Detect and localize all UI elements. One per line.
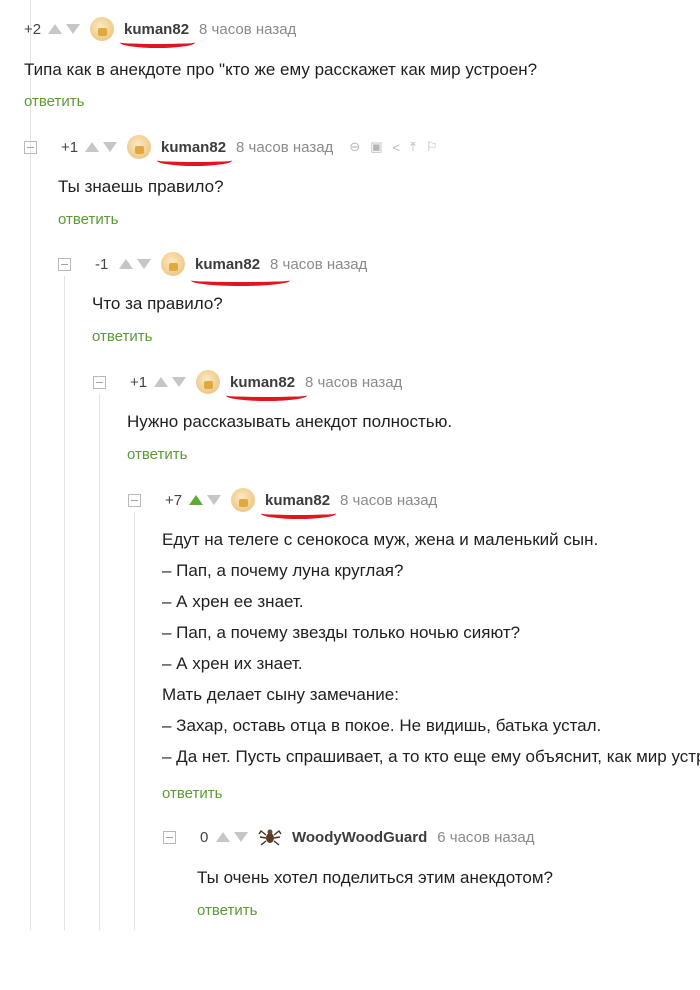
- timestamp[interactable]: 8 часов назад: [236, 139, 333, 156]
- comment-rating: +1: [61, 138, 79, 156]
- timestamp[interactable]: 8 часов назад: [305, 374, 402, 391]
- reply-link[interactable]: ответить: [58, 211, 118, 228]
- downvote-icon[interactable]: [103, 142, 117, 152]
- comment-body: Типа как в анекдоте про "кто же ему расс…: [24, 54, 537, 85]
- comment-text-line: – А хрен ее знает.: [162, 592, 304, 611]
- upvote-icon[interactable]: [189, 495, 203, 505]
- username[interactable]: kuman82: [191, 256, 291, 286]
- comment-text-line: Мать делает сыну замечание:: [162, 685, 399, 704]
- downvote-icon[interactable]: [234, 832, 248, 842]
- comment-rating: -1: [95, 255, 109, 273]
- comment-header: +1 kuman82 8 часов назад ⊖ ▣ < ⤒ ⚐: [24, 135, 448, 166]
- comment-text-line: Ты очень хотел поделиться этим анекдотом…: [197, 868, 553, 887]
- thread-line: [134, 512, 135, 930]
- comment-header: +2 kuman82 8 часов назад: [24, 17, 296, 48]
- upvote-icon[interactable]: [85, 142, 99, 152]
- flag-icon[interactable]: ⚐: [426, 139, 438, 155]
- collapse-toggle-icon[interactable]: [24, 140, 37, 154]
- upload-icon[interactable]: ⤒: [410, 139, 416, 155]
- red-underline-mark: [261, 508, 337, 519]
- comment-body: Ты очень хотел поделиться этим анекдотом…: [197, 862, 553, 893]
- avatar[interactable]: [90, 17, 114, 41]
- red-underline-mark: [120, 37, 196, 48]
- comment-body: Едут на телеге с сенокоса муж, жена и ма…: [162, 524, 700, 772]
- save-icon[interactable]: ▣: [370, 139, 382, 155]
- timestamp[interactable]: 8 часов назад: [340, 492, 437, 509]
- comment-text-line: – Захар, оставь отца в покое. Не видишь,…: [162, 716, 602, 735]
- comment-tools: ⊖ ▣ < ⤒ ⚐: [349, 139, 447, 155]
- share-icon[interactable]: <: [393, 140, 401, 155]
- comment-text-line: Ты знаешь правило?: [58, 177, 224, 196]
- spider-icon: [258, 829, 282, 846]
- timestamp[interactable]: 6 часов назад: [437, 829, 534, 846]
- username[interactable]: kuman82: [157, 139, 233, 166]
- reply-link[interactable]: ответить: [24, 93, 84, 110]
- comment-text-line: Что за правило?: [92, 294, 223, 313]
- downvote-icon[interactable]: [66, 24, 80, 34]
- downvote-icon[interactable]: [137, 259, 151, 269]
- red-underline-mark: [157, 155, 233, 166]
- link-icon[interactable]: ⊖: [349, 139, 360, 155]
- comment-text-line: – Да нет. Пусть спрашивает, а то кто еще…: [162, 747, 700, 766]
- thread-line: [99, 394, 100, 930]
- collapse-toggle-icon[interactable]: [93, 375, 106, 389]
- downvote-icon[interactable]: [172, 377, 186, 387]
- comment-body: Что за правило?: [92, 288, 223, 319]
- upvote-icon[interactable]: [216, 832, 230, 842]
- comment-rating: +2: [24, 20, 42, 38]
- comment-header: 0 WoodyWoodGuard 6 часов назад: [163, 825, 535, 849]
- avatar[interactable]: [127, 135, 151, 159]
- downvote-icon[interactable]: [207, 495, 221, 505]
- comment-text-line: Нужно рассказывать анекдот полностью.: [127, 412, 453, 431]
- avatar[interactable]: [161, 252, 185, 276]
- avatar[interactable]: [196, 370, 220, 394]
- red-underline-mark: [226, 390, 308, 401]
- reply-link[interactable]: ответить: [197, 902, 257, 919]
- red-underline-mark: [191, 275, 291, 286]
- reply-link[interactable]: ответить: [162, 785, 222, 802]
- upvote-icon[interactable]: [48, 24, 62, 34]
- collapse-toggle-icon[interactable]: [163, 830, 176, 844]
- comment-text-line: – Пап, а почему звезды только ночью сияю…: [162, 623, 521, 642]
- reply-link[interactable]: ответить: [127, 446, 187, 463]
- comment-header: -1 kuman82 8 часов назад: [58, 252, 367, 286]
- comment-header: +7 kuman82 8 часов назад: [128, 488, 437, 519]
- timestamp[interactable]: 8 часов назад: [270, 256, 367, 273]
- comment-body: Ты знаешь правило?: [58, 171, 224, 202]
- username[interactable]: kuman82: [120, 21, 196, 48]
- comment-rating: 0: [200, 828, 209, 846]
- comment-rating: +7: [165, 491, 183, 509]
- username[interactable]: kuman82: [226, 374, 308, 401]
- spider-avatar[interactable]: [258, 825, 282, 849]
- collapse-toggle-icon[interactable]: [128, 493, 141, 507]
- comment-text-line: – Пап, а почему луна круглая?: [162, 561, 404, 580]
- comment-body: Нужно рассказывать анекдот полностью.: [127, 406, 452, 437]
- timestamp[interactable]: 8 часов назад: [199, 21, 296, 38]
- upvote-icon[interactable]: [154, 377, 168, 387]
- username[interactable]: kuman82: [261, 492, 337, 519]
- comment-text-line: Едут на телеге с сенокоса муж, жена и ма…: [162, 530, 599, 549]
- comment-text-line: Типа как в анекдоте про "кто же ему расс…: [24, 60, 538, 79]
- username[interactable]: WoodyWoodGuard: [292, 829, 427, 846]
- comment-header: +1 kuman82 8 часов назад: [93, 370, 402, 401]
- comment-text-line: – А хрен их знает.: [162, 654, 303, 673]
- reply-link[interactable]: ответить: [92, 328, 152, 345]
- comment-rating: +1: [130, 373, 148, 391]
- upvote-icon[interactable]: [119, 259, 133, 269]
- collapse-toggle-icon[interactable]: [58, 257, 71, 271]
- thread-line: [64, 276, 65, 930]
- avatar[interactable]: [231, 488, 255, 512]
